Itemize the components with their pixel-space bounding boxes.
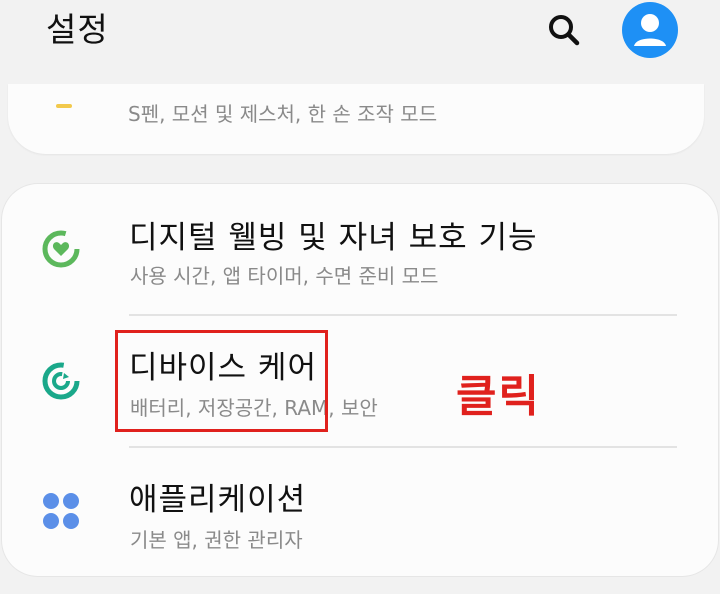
search-icon	[549, 15, 580, 46]
settings-item-applications[interactable]: 애플리케이션 기본 앱, 권한 관리자	[2, 448, 718, 576]
advanced-features-description: S펜, 모션 및 제스처, 한 손 조작 모드	[128, 102, 438, 126]
account-circle-icon	[634, 14, 666, 46]
settings-item-digital-wellbeing[interactable]: 디지털 웰빙 및 자녀 보호 기능 사용 시간, 앱 타이머, 수면 준비 모드	[2, 184, 718, 312]
digital-wellbeing-icon	[38, 226, 84, 272]
profile-avatar-button[interactable]	[622, 2, 678, 58]
settings-item-description: 기본 앱, 권한 관리자	[130, 528, 303, 552]
click-highlight-box	[115, 330, 328, 432]
settings-item-label: 애플리케이션	[129, 482, 307, 518]
settings-item-label: 디지털 웰빙 및 자녀 보호 기능	[129, 220, 538, 256]
settings-item-description: 사용 시간, 앱 타이머, 수면 준비 모드	[130, 264, 439, 288]
advanced-features-card[interactable]: S펜, 모션 및 제스처, 한 손 조작 모드	[8, 84, 704, 154]
advanced-features-icon	[56, 104, 72, 108]
click-annotation: 클릭	[456, 371, 541, 422]
settings-item-device-care[interactable]: 디바이스 케어 배터리, 저장공간, RAM, 보안	[2, 316, 718, 444]
device-care-icon	[38, 358, 84, 404]
apps-grid-icon	[38, 488, 84, 534]
search-button[interactable]	[540, 8, 588, 52]
settings-group-card: 디지털 웰빙 및 자녀 보호 기능 사용 시간, 앱 타이머, 수면 준비 모드…	[2, 184, 718, 576]
page-title: 설정	[46, 10, 109, 49]
